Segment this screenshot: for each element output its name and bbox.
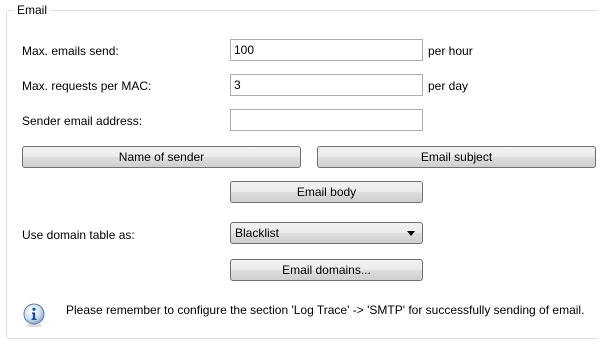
- domain-table-select[interactable]: Blacklist: [230, 222, 423, 244]
- dropdown-arrow-icon: [407, 231, 415, 236]
- group-title: Email: [14, 3, 51, 17]
- name-of-sender-button[interactable]: Name of sender: [22, 146, 301, 168]
- email-body-button[interactable]: Email body: [230, 181, 423, 203]
- sender-address-label: Sender email address:: [22, 114, 143, 128]
- max-requests-input[interactable]: [230, 74, 423, 96]
- max-emails-unit: per hour: [428, 44, 473, 58]
- max-emails-label: Max. emails send:: [22, 44, 119, 58]
- sender-address-input[interactable]: [230, 109, 423, 131]
- domain-table-selected-value: Blacklist: [235, 226, 280, 240]
- domain-table-label: Use domain table as:: [22, 228, 135, 242]
- max-requests-unit: per day: [428, 79, 469, 93]
- email-domains-button[interactable]: Email domains...: [230, 259, 423, 281]
- max-requests-label: Max. requests per MAC:: [22, 79, 152, 93]
- info-icon: [23, 303, 45, 327]
- email-subject-button[interactable]: Email subject: [317, 146, 596, 168]
- max-emails-input[interactable]: [230, 39, 423, 61]
- smtp-config-hint: Please remember to configure the section…: [66, 303, 585, 317]
